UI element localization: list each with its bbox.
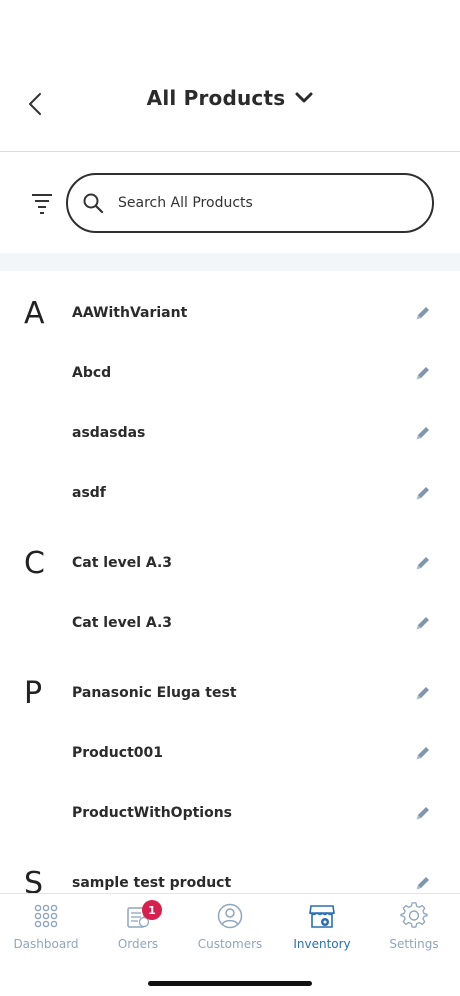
list-item[interactable]: Abcd xyxy=(0,343,460,403)
product-name: Cat level A.3 xyxy=(72,555,173,571)
section-letter: A xyxy=(24,295,45,331)
tab-orders[interactable]: 1 Orders xyxy=(92,900,184,962)
orders-badge: 1 xyxy=(142,900,162,920)
search-box[interactable] xyxy=(66,173,434,233)
product-name: ProductWithOptions xyxy=(72,805,232,821)
tab-label: Customers xyxy=(197,937,263,951)
tab-label: Orders xyxy=(117,937,159,951)
product-name: Panasonic Eluga test xyxy=(72,685,237,701)
tab-dashboard[interactable]: Dashboard xyxy=(0,902,92,962)
tab-label: Inventory xyxy=(293,937,351,951)
customers-icon xyxy=(217,903,243,929)
search-input[interactable] xyxy=(118,195,398,211)
product-name: sample test product xyxy=(72,875,232,891)
list-item[interactable]: S sample test product xyxy=(0,853,460,893)
tab-customers[interactable]: Customers xyxy=(184,902,276,962)
tab-label: Settings xyxy=(389,937,439,951)
list-item[interactable]: P Panasonic Eluga test xyxy=(0,663,460,723)
edit-pencil-icon[interactable] xyxy=(414,554,432,572)
list-item[interactable]: A AAWithVariant xyxy=(0,283,460,343)
product-name: AAWithVariant xyxy=(72,305,188,321)
page-title: All Products xyxy=(146,86,286,110)
list-item[interactable]: asdf xyxy=(0,463,460,523)
edit-pencil-icon[interactable] xyxy=(414,874,432,892)
product-name: asdf xyxy=(72,485,106,501)
edit-pencil-icon[interactable] xyxy=(414,364,432,382)
home-indicator xyxy=(148,981,312,986)
chevron-down-icon xyxy=(295,92,313,103)
filter-icon xyxy=(32,194,52,214)
edit-pencil-icon[interactable] xyxy=(414,484,432,502)
edit-pencil-icon[interactable] xyxy=(414,424,432,442)
edit-pencil-icon[interactable] xyxy=(414,304,432,322)
section-letter: S xyxy=(24,865,44,894)
product-name: Cat level A.3 xyxy=(72,615,173,631)
tab-inventory[interactable]: Inventory xyxy=(276,902,368,962)
filter-button[interactable] xyxy=(28,190,56,216)
settings-gear-icon xyxy=(400,902,428,928)
product-name: Product001 xyxy=(72,745,163,761)
dashboard-grid-icon xyxy=(34,904,58,928)
tab-settings[interactable]: Settings xyxy=(368,902,460,962)
header: All Products xyxy=(0,0,460,152)
tab-label: Dashboard xyxy=(13,937,79,951)
list-item[interactable]: C Cat level A.3 xyxy=(0,533,460,593)
edit-pencil-icon[interactable] xyxy=(414,744,432,762)
list-item[interactable]: ProductWithOptions xyxy=(0,783,460,843)
section-letter: P xyxy=(24,675,43,711)
edit-pencil-icon[interactable] xyxy=(414,614,432,632)
product-list[interactable]: A AAWithVariant Abcd asdasdas asdf C Cat… xyxy=(0,271,460,893)
inventory-store-icon xyxy=(309,905,335,928)
section-letter: C xyxy=(24,545,45,581)
product-name: asdasdas xyxy=(72,425,146,441)
search-row xyxy=(0,153,460,253)
list-item[interactable]: Product001 xyxy=(0,723,460,783)
bottom-tab-bar: Dashboard 1 Orders Customers Inventory S… xyxy=(0,893,460,996)
list-item[interactable]: Cat level A.3 xyxy=(0,593,460,653)
product-name: Abcd xyxy=(72,365,112,381)
edit-pencil-icon[interactable] xyxy=(414,804,432,822)
section-divider xyxy=(0,253,460,271)
list-item[interactable]: asdasdas xyxy=(0,403,460,463)
search-icon xyxy=(83,193,104,214)
product-filter-dropdown[interactable]: All Products xyxy=(0,86,460,110)
edit-pencil-icon[interactable] xyxy=(414,684,432,702)
